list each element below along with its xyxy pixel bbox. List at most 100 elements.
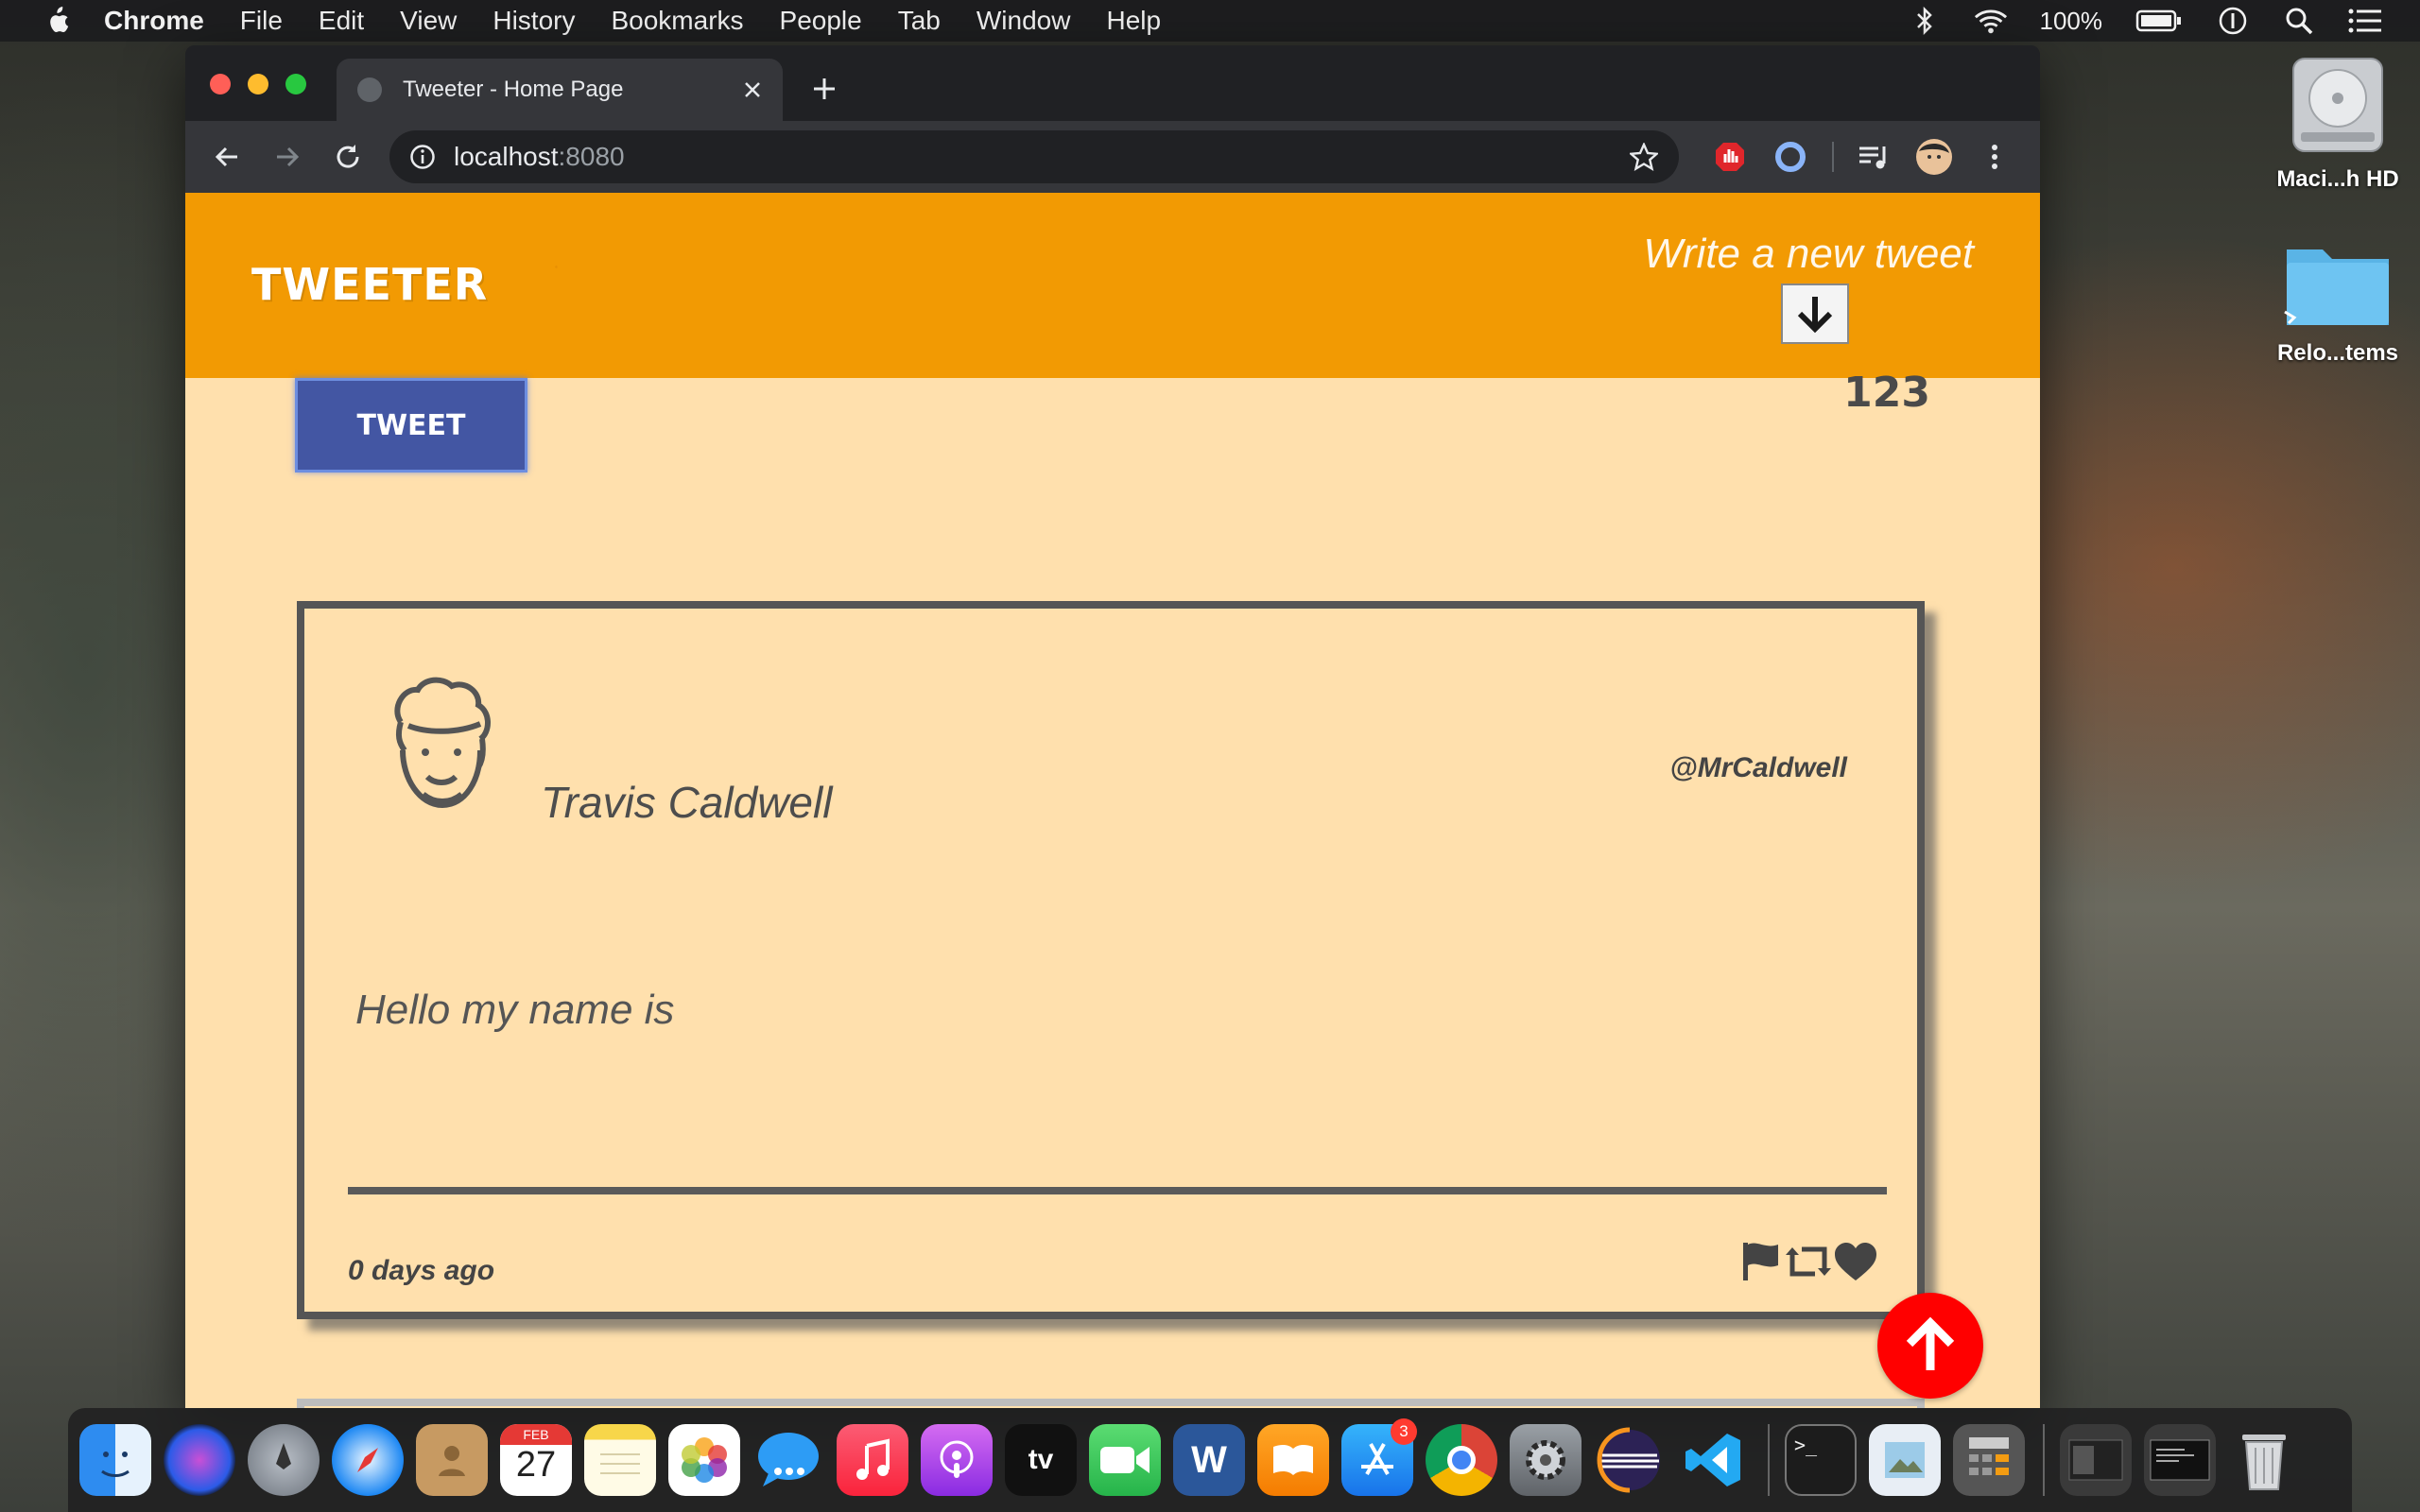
- tweet-timestamp: 0 days ago: [348, 1255, 495, 1286]
- app-store-icon[interactable]: 3: [1341, 1418, 1417, 1496]
- tweet-card: Travis Caldwell @MrCaldwell Hello my nam…: [297, 601, 1925, 1319]
- tab-active[interactable]: Tweeter - Home Page: [337, 59, 783, 121]
- app-store-badge: 3: [1391, 1418, 1417, 1445]
- minimized-window-thumbnail-2[interactable]: [2144, 1424, 2216, 1496]
- minimize-window-button[interactable]: [248, 74, 268, 94]
- notes-icon[interactable]: [584, 1424, 656, 1496]
- minimized-window-thumbnail[interactable]: [2060, 1424, 2132, 1496]
- flag-icon[interactable]: [1737, 1238, 1785, 1285]
- arrow-up-icon: [1906, 1316, 1955, 1370]
- page-viewport: TWEETER Write a new tweet TWEET 123 Trav…: [185, 193, 2040, 1408]
- brand-logo[interactable]: TWEETER: [251, 259, 488, 310]
- tweet-actions: [1737, 1238, 1879, 1285]
- dock-separator: [1768, 1424, 1770, 1496]
- desktop-icon-label: Maci...h HD: [2276, 166, 2399, 192]
- spotlight-search-icon[interactable]: [2282, 4, 2316, 38]
- photos-icon[interactable]: [668, 1424, 740, 1496]
- menu-people[interactable]: People: [780, 6, 862, 36]
- siri-icon[interactable]: [164, 1424, 235, 1496]
- eclipse-icon[interactable]: [1594, 1424, 1666, 1496]
- menu-app-name[interactable]: Chrome: [104, 6, 204, 36]
- calendar-day: 27: [515, 1445, 557, 1485]
- bluetooth-icon[interactable]: [1908, 4, 1942, 38]
- preview-icon[interactable]: [1869, 1424, 1941, 1496]
- desktop-icon-hard-drive[interactable]: Maci...h HD: [2257, 53, 2418, 193]
- address-bar[interactable]: localhost:8080: [389, 130, 1679, 183]
- dock-separator: [2043, 1424, 2045, 1496]
- chrome-menu-icon[interactable]: [1976, 138, 2014, 176]
- new-tab-button[interactable]: [805, 70, 843, 108]
- tweet-content: Hello my name is: [355, 987, 675, 1033]
- retweet-icon[interactable]: [1785, 1238, 1832, 1285]
- menu-bar: Chrome File Edit View History Bookmarks …: [0, 0, 2420, 42]
- menu-tab[interactable]: Tab: [898, 6, 941, 36]
- safari-icon[interactable]: [332, 1424, 404, 1496]
- close-tab-icon[interactable]: [734, 71, 771, 109]
- info-circle-icon[interactable]: [2216, 4, 2250, 38]
- forward-button[interactable]: [268, 138, 306, 176]
- menu-history[interactable]: History: [493, 6, 575, 36]
- media-queue-icon[interactable]: [1855, 138, 1893, 176]
- heart-icon[interactable]: [1832, 1238, 1879, 1285]
- finder-icon[interactable]: [79, 1424, 151, 1496]
- compose-toggle-button[interactable]: [1781, 284, 1849, 344]
- site-info-icon[interactable]: [408, 143, 437, 171]
- facetime-icon[interactable]: [1089, 1424, 1161, 1496]
- battery-icon[interactable]: [2135, 4, 2184, 38]
- terminal-icon[interactable]: >_: [1785, 1424, 1857, 1496]
- books-icon[interactable]: [1257, 1424, 1329, 1496]
- trash-icon[interactable]: [2228, 1424, 2300, 1496]
- contacts-icon[interactable]: [416, 1424, 488, 1496]
- vscode-icon[interactable]: [1678, 1424, 1750, 1496]
- scroll-to-top-button[interactable]: [1877, 1293, 1983, 1399]
- music-icon[interactable]: [837, 1424, 908, 1496]
- close-window-button[interactable]: [210, 74, 231, 94]
- extension-ring-icon[interactable]: [1772, 138, 1809, 176]
- notification-center-icon[interactable]: [2348, 4, 2382, 38]
- page-nav: TWEETER Write a new tweet: [185, 193, 2040, 378]
- menu-edit[interactable]: Edit: [319, 6, 364, 36]
- hard-drive-icon: [2286, 53, 2390, 157]
- menu-view[interactable]: View: [400, 6, 457, 36]
- calendar-icon[interactable]: FEB 27: [500, 1424, 572, 1496]
- chrome-icon[interactable]: [1426, 1424, 1497, 1496]
- system-preferences-icon[interactable]: [1510, 1424, 1582, 1496]
- toolbar-separator: [1832, 142, 1834, 172]
- tab-title: Tweeter - Home Page: [403, 77, 624, 102]
- launchpad-icon[interactable]: [248, 1424, 320, 1496]
- adblock-extension-icon[interactable]: [1711, 138, 1749, 176]
- zoom-window-button[interactable]: [285, 74, 306, 94]
- profile-avatar[interactable]: [1915, 138, 1953, 176]
- menu-help[interactable]: Help: [1106, 6, 1161, 36]
- menu-file[interactable]: File: [240, 6, 283, 36]
- reload-button[interactable]: [329, 138, 367, 176]
- apple-tv-icon[interactable]: tv: [1005, 1424, 1077, 1496]
- back-button[interactable]: [208, 138, 246, 176]
- calculator-icon[interactable]: [1953, 1424, 2025, 1496]
- word-icon[interactable]: W: [1173, 1424, 1245, 1496]
- tweet-submit-button[interactable]: TWEET: [295, 378, 527, 472]
- wifi-icon[interactable]: [1974, 4, 2008, 38]
- dock: FEB 27 tv W 3 >_: [68, 1408, 2352, 1512]
- url-host: localhost: [454, 142, 559, 171]
- compose-label[interactable]: Write a new tweet: [1643, 231, 1974, 278]
- char-counter: 123: [1843, 369, 1930, 417]
- arrow-down-icon: [1797, 297, 1833, 334]
- globe-icon: [357, 77, 382, 102]
- messages-icon[interactable]: [752, 1424, 824, 1496]
- calendar-month: FEB: [500, 1424, 572, 1445]
- tab-strip: Tweeter - Home Page: [185, 45, 2040, 121]
- tweet-author-handle: @MrCaldwell: [1669, 752, 1847, 783]
- url-port: :8080: [558, 142, 625, 171]
- bookmark-star-icon[interactable]: [1628, 142, 1660, 171]
- desktop-icon-folder[interactable]: Relo...tems: [2257, 236, 2418, 367]
- folder-icon: [2281, 236, 2394, 331]
- podcasts-icon[interactable]: [921, 1424, 993, 1496]
- apple-menu-icon[interactable]: [38, 2, 76, 40]
- menu-window[interactable]: Window: [977, 6, 1071, 36]
- tweet-divider: [348, 1187, 1887, 1194]
- tweet-card-next: [297, 1399, 1925, 1408]
- tv-label: tv: [1028, 1444, 1054, 1475]
- menu-bookmarks[interactable]: Bookmarks: [611, 6, 743, 36]
- battery-percentage: 100%: [2039, 6, 2103, 35]
